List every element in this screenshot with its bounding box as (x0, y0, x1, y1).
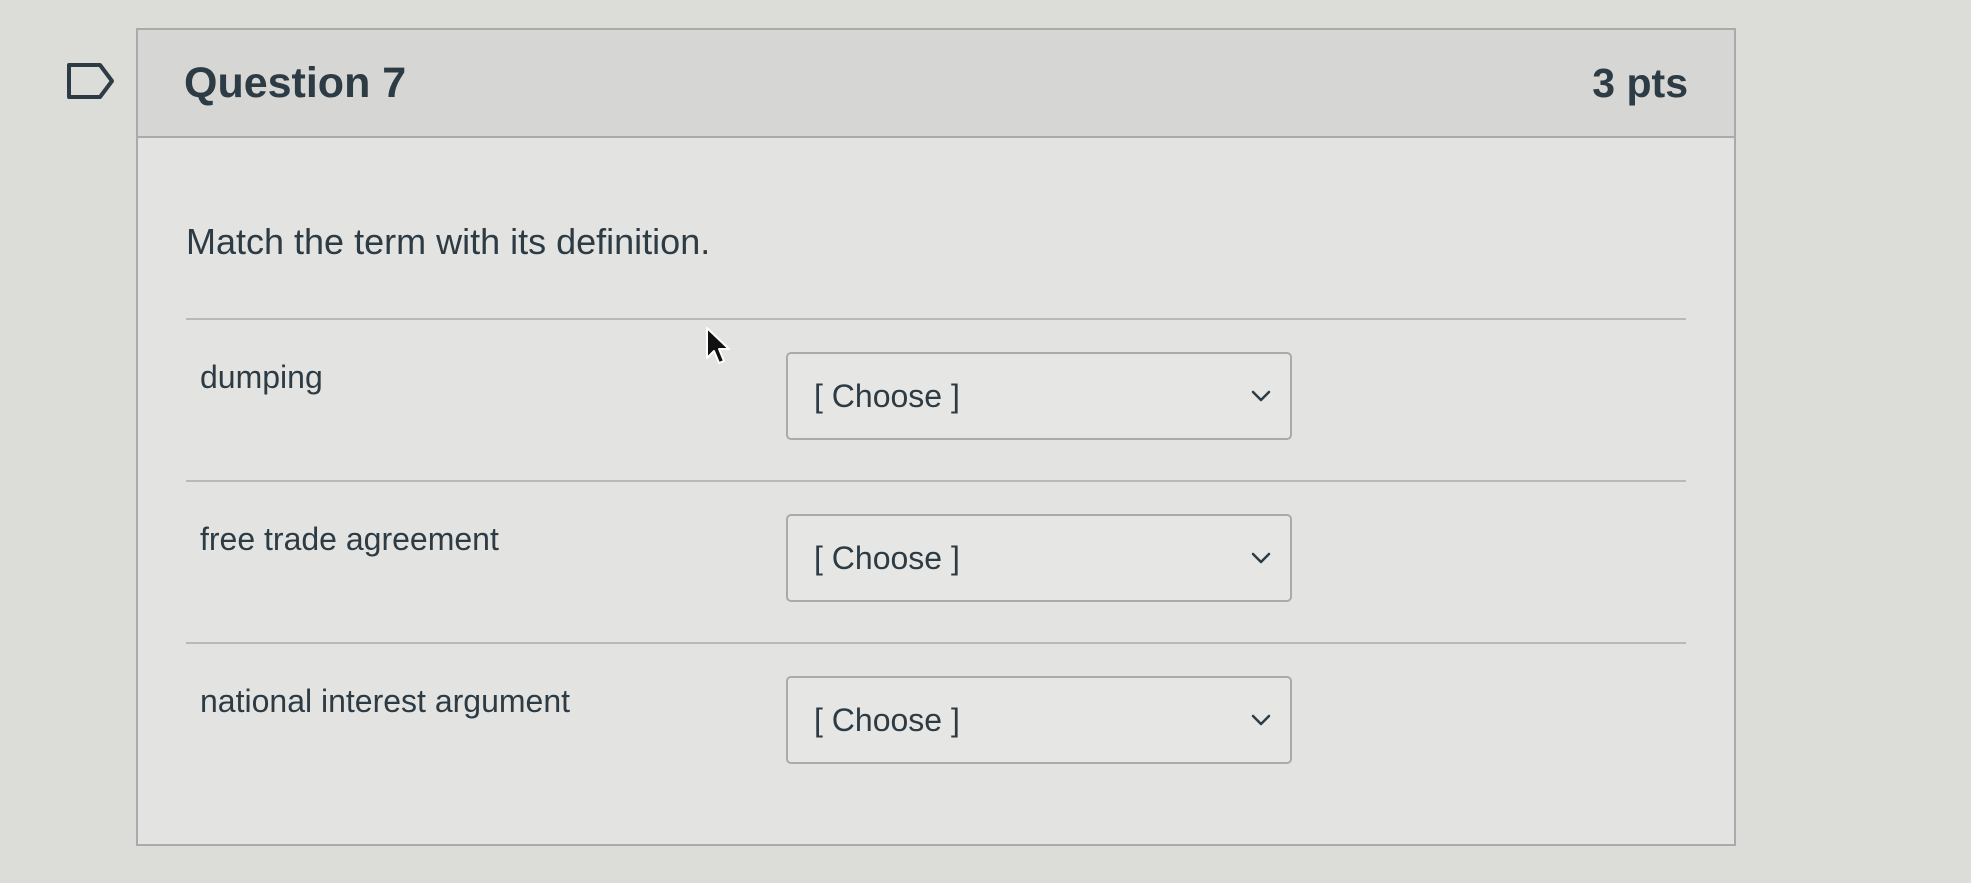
question-card: Question 7 3 pts Match the term with its… (136, 28, 1736, 846)
definition-select[interactable]: [ Choose ] (786, 514, 1292, 602)
match-term: national interest argument (200, 683, 570, 719)
question-points: 3 pts (1592, 59, 1688, 106)
question-prompt: Match the term with its definition. (186, 221, 711, 262)
select-value: [ Choose ] (814, 701, 960, 738)
match-row: free trade agreement [ Choose ] (186, 482, 1686, 642)
definition-select[interactable]: [ Choose ] (786, 352, 1292, 440)
mouse-cursor-icon (706, 327, 730, 364)
select-value: [ Choose ] (814, 377, 960, 414)
match-term: free trade agreement (200, 521, 499, 557)
chevron-down-icon (1251, 552, 1271, 564)
question-title: Question 7 (184, 58, 407, 107)
question-body: Match the term with its definition. dump… (138, 138, 1734, 804)
flag-question-icon[interactable] (66, 62, 116, 100)
match-term: dumping (200, 359, 323, 395)
question-header: Question 7 3 pts (138, 30, 1734, 138)
definition-select[interactable]: [ Choose ] (786, 676, 1292, 764)
chevron-down-icon (1251, 714, 1271, 726)
match-row: national interest argument [ Choose ] (186, 644, 1686, 804)
match-row: dumping [ Choose ] (186, 320, 1686, 480)
chevron-down-icon (1251, 390, 1271, 402)
select-value: [ Choose ] (814, 539, 960, 576)
